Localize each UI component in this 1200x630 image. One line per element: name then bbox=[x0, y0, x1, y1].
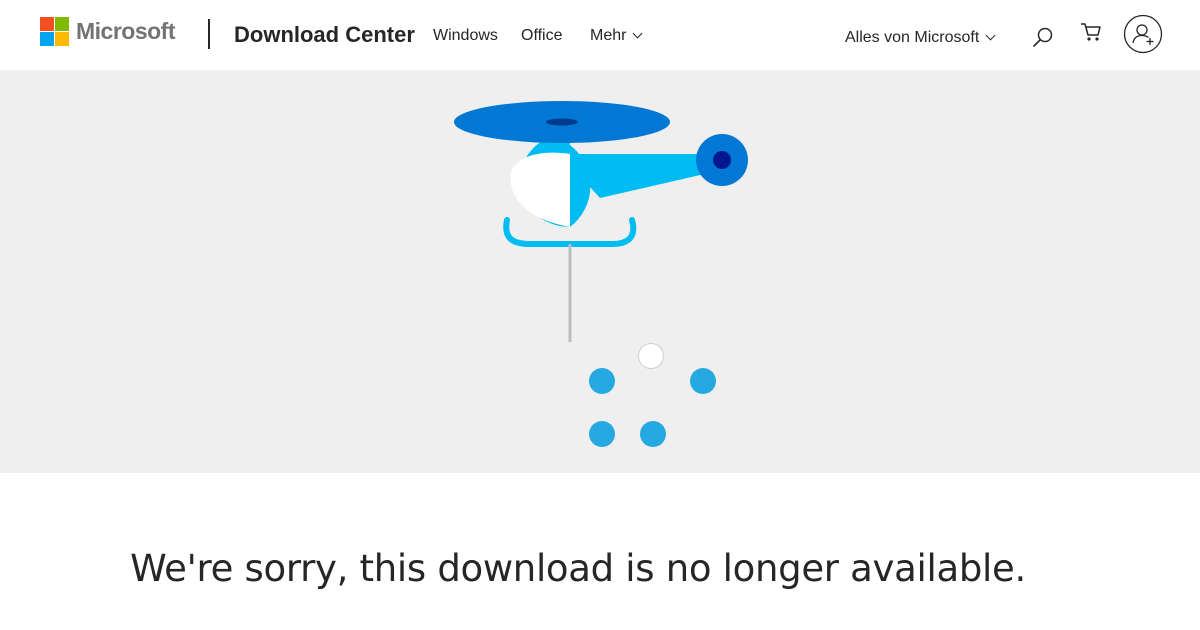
nav-more-label: Mehr bbox=[590, 27, 627, 44]
all-microsoft-label: Alles von Microsoft bbox=[845, 29, 980, 46]
search-button[interactable] bbox=[1031, 25, 1055, 49]
nav-more[interactable]: Mehr bbox=[590, 27, 643, 45]
brand-name: Microsoft bbox=[76, 18, 176, 44]
loading-dot bbox=[690, 368, 716, 394]
nav-office[interactable]: Office bbox=[521, 27, 563, 45]
header-divider bbox=[208, 19, 210, 49]
chevron-down-icon bbox=[985, 30, 996, 41]
nav-windows[interactable]: Windows bbox=[433, 27, 498, 45]
site-header: Microsoft Download Center Windows Office… bbox=[0, 0, 1200, 70]
all-microsoft-menu[interactable]: Alles von Microsoft bbox=[845, 29, 996, 47]
search-icon bbox=[1033, 27, 1053, 47]
helicopter-illustration bbox=[454, 101, 748, 447]
cart-button[interactable] bbox=[1079, 20, 1103, 44]
site-title[interactable]: Download Center bbox=[234, 22, 415, 48]
hero-illustration-area bbox=[0, 70, 1200, 473]
account-button[interactable] bbox=[1123, 14, 1163, 54]
loading-dot bbox=[640, 421, 666, 447]
account-icon bbox=[1123, 14, 1163, 54]
helicopter-cockpit bbox=[510, 152, 570, 227]
loading-dot bbox=[589, 421, 615, 447]
chevron-down-icon bbox=[633, 28, 643, 39]
microsoft-logo-icon bbox=[40, 17, 69, 46]
cart-icon bbox=[1081, 23, 1101, 41]
loading-dot bbox=[638, 343, 664, 369]
loading-dot bbox=[589, 368, 615, 394]
unavailable-message: We're sorry, this download is no longer … bbox=[130, 546, 1026, 590]
microsoft-logo[interactable]: Microsoft bbox=[40, 17, 176, 46]
